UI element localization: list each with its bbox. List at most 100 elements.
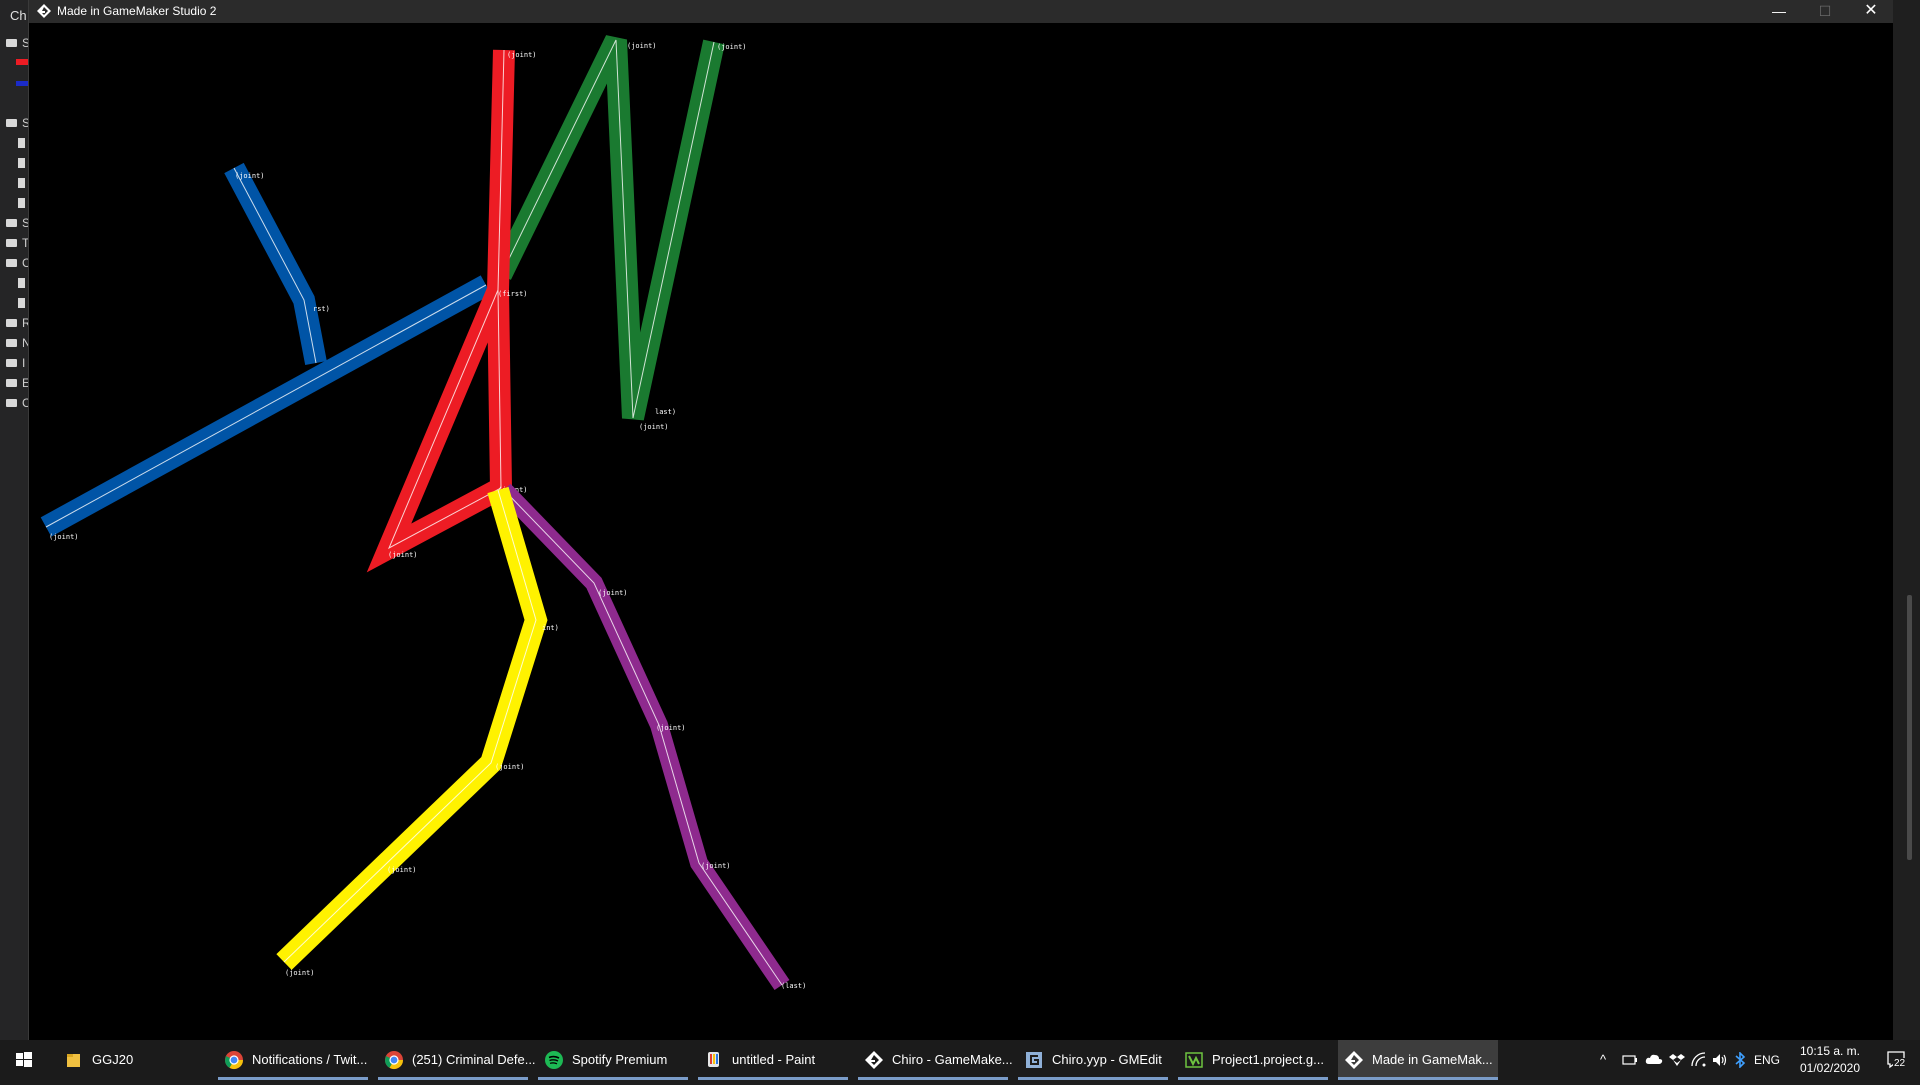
bluetooth-icon[interactable] (1734, 1052, 1746, 1068)
purple-limb-stroke (497, 483, 790, 991)
taskbar-item-gmedit[interactable]: Chiro.yyp - GMEdit (1018, 1040, 1168, 1080)
language-indicator[interactable]: ENG (1754, 1053, 1780, 1067)
gmedit-icon (1026, 1052, 1042, 1068)
taskbar-item-notifications[interactable]: Notifications / Twit... (218, 1040, 368, 1080)
folder-icon (6, 39, 17, 47)
joint-label: (joint) (285, 969, 315, 977)
tree-item[interactable] (4, 136, 30, 152)
game-canvas[interactable]: (joint) (joint) last) (joint) (joint) rs… (29, 23, 1894, 1040)
yellow-limb-stroke (276, 486, 548, 970)
folder-icon (67, 1054, 80, 1067)
tree-item[interactable] (4, 196, 30, 212)
tree-item[interactable]: E (4, 376, 30, 392)
sprite-thumbnail (16, 81, 28, 86)
chrome-icon (225, 1051, 243, 1070)
joint-label: (first) (498, 290, 528, 298)
show-hidden-icons-chevron-icon[interactable]: ^ (1600, 1052, 1606, 1067)
window-titlebar[interactable]: Made in GameMaker Studio 2 — ☐ ✕ (29, 0, 1894, 23)
tree-item[interactable]: S (4, 216, 30, 232)
gamemaker-icon (37, 4, 51, 18)
tree-item[interactable] (4, 56, 30, 72)
folder-icon (6, 119, 17, 127)
green-limb-stroke (491, 35, 725, 421)
folder-icon (6, 379, 17, 387)
background-scrollbar[interactable] (1893, 0, 1920, 1040)
taskbar-item-spotify[interactable]: Spotify Premium (538, 1040, 688, 1080)
tree-item[interactable] (4, 76, 30, 92)
maximize-button[interactable]: ☐ (1802, 0, 1848, 23)
joint-label: (joint) (507, 51, 537, 59)
taskbar-item-ggj20[interactable]: GGJ20 (58, 1040, 210, 1080)
taskbar: GGJ20 Notifications / Twit... (251) Crim… (0, 1040, 1920, 1080)
tree-item[interactable]: R (4, 316, 30, 332)
joint-label: (joint) (495, 763, 525, 771)
joint-label: last) (655, 408, 676, 416)
tree-item[interactable]: C (4, 256, 30, 272)
file-icon (18, 138, 25, 148)
file-icon (18, 298, 25, 308)
file-icon (18, 198, 25, 208)
wifi-icon[interactable] (1691, 1052, 1707, 1068)
green-limb: (joint) (joint) last) (joint) (491, 35, 747, 431)
joint-label: (joint) (639, 423, 669, 431)
chrome-icon (385, 1051, 403, 1070)
minimize-button[interactable]: — (1756, 0, 1802, 23)
folder-icon (6, 239, 17, 247)
action-center-button[interactable]: 22 (1886, 1050, 1908, 1070)
clock-time[interactable]: 10:15 a. m. (1795, 1044, 1865, 1058)
folder-icon (6, 399, 17, 407)
sprite-thumbnail (16, 59, 28, 65)
clock-date[interactable]: 01/02/2020 (1795, 1061, 1865, 1075)
taskbar-item-project1[interactable]: Project1.project.g... (1178, 1040, 1328, 1080)
yellow-limb: int) (joint) (joint) (joint) (276, 486, 559, 977)
tree-item[interactable]: N (4, 336, 30, 352)
paint-icon (708, 1052, 719, 1067)
folder-icon (6, 219, 17, 227)
scrollbar-thumb[interactable] (1907, 595, 1912, 860)
background-app-title: Ch (10, 8, 27, 23)
game-icon (1185, 1052, 1203, 1068)
gamemaker-icon (865, 1051, 883, 1069)
tree-item[interactable]: T (4, 236, 30, 252)
joint-label: (joint) (656, 724, 686, 732)
folder-icon (6, 259, 17, 267)
tree-item[interactable]: S (4, 36, 30, 52)
system-tray: ^ ENG 10:15 a. m. 01/02/2020 22 (1590, 1040, 1920, 1080)
tree-item[interactable] (4, 276, 30, 292)
joint-label: (last) (781, 982, 806, 990)
dropbox-icon[interactable] (1669, 1052, 1685, 1068)
volume-icon[interactable] (1712, 1052, 1728, 1068)
tree-item[interactable] (4, 296, 30, 312)
joint-label: int) (542, 624, 559, 632)
file-icon (18, 158, 25, 168)
cloud-icon[interactable] (1645, 1052, 1663, 1066)
folder-icon (6, 319, 17, 327)
joint-label: (joint) (701, 862, 731, 870)
spotify-icon (545, 1051, 563, 1069)
file-icon (18, 178, 25, 188)
battery-icon[interactable] (1622, 1053, 1638, 1067)
tree-item[interactable]: I (4, 356, 30, 372)
folder-icon (6, 359, 17, 367)
taskbar-item-criminal-defense[interactable]: (251) Criminal Defe... (378, 1040, 536, 1080)
tree-item[interactable] (4, 156, 30, 172)
folder-icon (6, 339, 17, 347)
windows-icon (16, 1052, 32, 1067)
joint-label: (joint) (235, 172, 265, 180)
joint-label: (joint) (717, 43, 747, 51)
tree-item[interactable]: S (4, 116, 30, 132)
joint-label: (joint) (598, 589, 628, 597)
start-button[interactable] (0, 1040, 48, 1080)
background-app-panel: Ch S S S T C R N I E C (0, 0, 30, 1040)
joint-label: (joint) (387, 866, 417, 874)
close-button[interactable]: ✕ (1848, 0, 1894, 23)
blue-limb-stroke (224, 162, 327, 366)
taskbar-item-made-in-gamemaker[interactable]: Made in GameMak... (1338, 1040, 1498, 1080)
joint-label: (joint) (388, 551, 418, 559)
taskbar-item-chiro-gamemaker[interactable]: Chiro - GameMake... (858, 1040, 1013, 1080)
purple-limb: (joint) (joint) (joint) (last) (497, 483, 806, 991)
file-icon (18, 278, 25, 288)
taskbar-item-paint[interactable]: untitled - Paint (698, 1040, 848, 1080)
tree-item[interactable] (4, 176, 30, 192)
tree-item[interactable]: C (4, 396, 30, 412)
